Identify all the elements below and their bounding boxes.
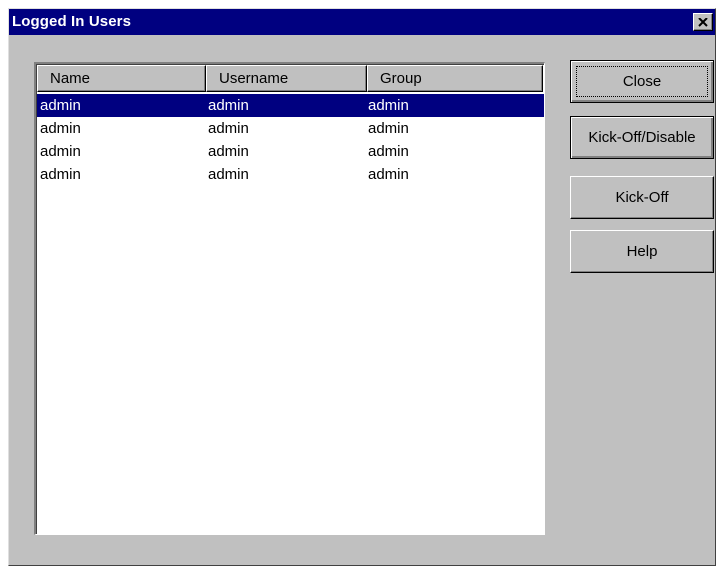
help-button[interactable]: Help	[570, 230, 714, 273]
cell-name: admin	[40, 120, 81, 137]
cell-group: admin	[368, 120, 409, 137]
help-button-label: Help	[626, 243, 658, 260]
close-button[interactable]: Close	[570, 60, 714, 103]
kick-off-button-label: Kick-Off	[615, 189, 669, 206]
cell-name: admin	[40, 143, 81, 160]
cell-name: admin	[40, 166, 81, 183]
kick-off-disable-button-label: Kick-Off/Disable	[588, 129, 696, 146]
cell-username: admin	[208, 120, 249, 137]
cell-username: admin	[208, 143, 249, 160]
cell-group: admin	[368, 166, 409, 183]
column-header-username[interactable]: Username	[206, 65, 367, 92]
cell-username: admin	[208, 166, 249, 183]
column-header-group[interactable]: Group	[367, 65, 543, 92]
table-row[interactable]: admin admin admin	[37, 163, 544, 186]
cell-name: admin	[40, 97, 81, 114]
table-row[interactable]: admin admin admin	[37, 94, 544, 117]
column-header-name[interactable]: Name	[37, 65, 206, 92]
cell-group: admin	[368, 97, 409, 114]
column-header-filler	[543, 65, 544, 92]
cell-username: admin	[208, 97, 249, 114]
title-close-button[interactable]	[693, 13, 713, 31]
list-header: Name Username Group	[37, 65, 544, 93]
table-row[interactable]: admin admin admin	[37, 117, 544, 140]
cell-group: admin	[368, 143, 409, 160]
list-rows: admin admin admin admin admin admin admi…	[37, 94, 544, 186]
kick-off-button[interactable]: Kick-Off	[570, 176, 714, 219]
users-list[interactable]: Name Username Group admin admin admin ad…	[34, 62, 545, 535]
close-button-label: Close	[622, 73, 662, 90]
title-bar[interactable]: Logged In Users	[9, 9, 715, 35]
dialog-title: Logged In Users	[12, 13, 132, 30]
logged-in-users-dialog: Logged In Users Name Username Group admi…	[8, 8, 716, 566]
kick-off-disable-button[interactable]: Kick-Off/Disable	[570, 116, 714, 159]
close-icon	[698, 17, 708, 27]
table-row[interactable]: admin admin admin	[37, 140, 544, 163]
